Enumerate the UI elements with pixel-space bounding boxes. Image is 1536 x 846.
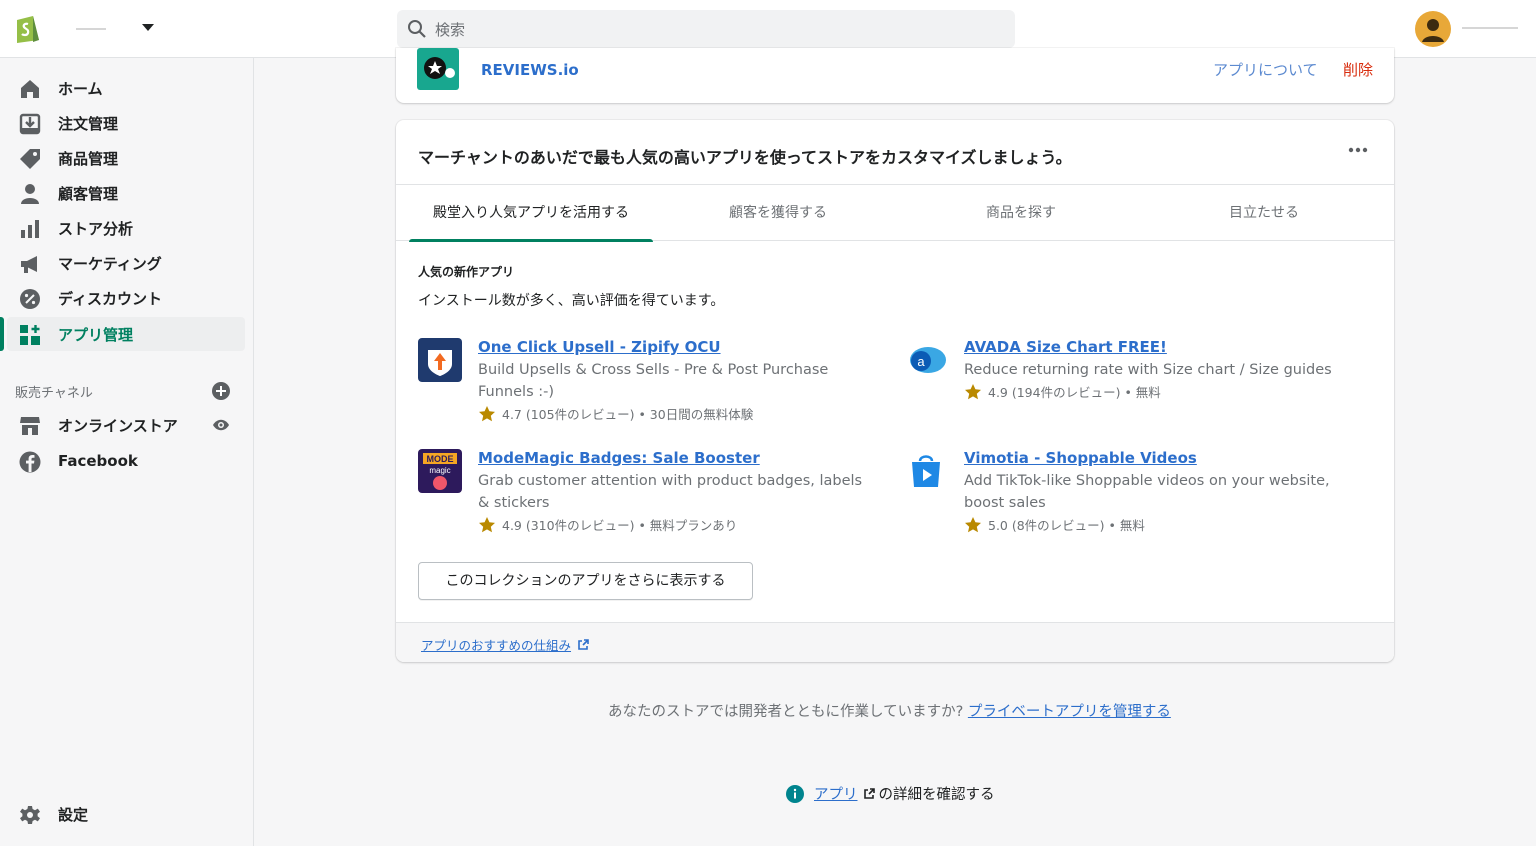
section-description: インストール数が多く、高い評価を得ています。: [418, 293, 725, 309]
app-description: Grab customer attention with product bad…: [478, 473, 863, 511]
tab-acquire-customers[interactable]: 顧客を獲得する: [656, 185, 900, 241]
recommendation-info-link[interactable]: アプリのおすすめの仕組み: [421, 635, 589, 654]
search-placeholder: 検索: [435, 20, 466, 39]
show-more-apps-button[interactable]: このコレクションのアプリをさらに表示する: [418, 562, 753, 600]
sidebar-item-label: ディスカウント: [58, 289, 162, 308]
sidebar: ホーム 注文管理 商品管理 顧客管理 ストア分析 マーケティング ディスカウント…: [0, 58, 254, 846]
add-channel-icon[interactable]: [212, 382, 230, 400]
app-card-zipify: One Click Upsell - Zipify OCU Build Upse…: [418, 338, 878, 428]
app-rating: 4.9 (310件のレビュー) • 無料プランあり: [478, 515, 737, 534]
app-description: Reduce returning rate with Size chart / …: [964, 362, 1332, 378]
app-name-link[interactable]: AVADA Size Chart FREE!: [964, 338, 1167, 356]
star-icon: [965, 383, 981, 399]
sidebar-item-label: 設定: [58, 805, 89, 824]
installed-app-name[interactable]: REVIEWS.io: [481, 61, 579, 79]
app-card-avada: a AVADA Size Chart FREE! Reduce returnin…: [904, 338, 1364, 408]
avatar[interactable]: [1415, 11, 1451, 47]
home-icon: [21, 80, 39, 98]
avada-app-icon[interactable]: a: [904, 338, 948, 382]
app-name-link[interactable]: Vimotia - Shoppable Videos: [964, 449, 1197, 467]
app-name-link[interactable]: ModeMagic Badges: Sale Booster: [478, 449, 760, 467]
app-name-link[interactable]: One Click Upsell - Zipify OCU: [478, 338, 721, 356]
star-icon: [965, 516, 981, 532]
sidebar-item-label: アプリ管理: [58, 325, 134, 344]
person-icon: [21, 184, 39, 204]
app-card-vimotia: Vimotia - Shoppable Videos Add TikTok-li…: [904, 449, 1364, 539]
chevron-down-icon[interactable]: [142, 24, 154, 31]
sidebar-item-discounts[interactable]: ディスカウント: [7, 281, 245, 315]
info-icon: [786, 784, 804, 803]
search-input[interactable]: 検索: [397, 10, 1015, 48]
installed-app-card: REVIEWS.io アプリについて 削除: [396, 48, 1394, 103]
private-apps-line: あなたのストアでは開発者とともに作業していますか? プライベートアプリを管理する: [608, 704, 1171, 720]
eye-icon[interactable]: [212, 418, 230, 432]
tab-stand-out[interactable]: 目立たせる: [1142, 185, 1386, 241]
tab-popular[interactable]: 殿堂入り人気アプリを活用する: [409, 185, 653, 242]
sidebar-item-label: ホーム: [58, 79, 103, 98]
reviews-io-logo: [417, 48, 459, 90]
apps-icon: [20, 325, 40, 345]
sidebar-item-customers[interactable]: 顧客管理: [7, 176, 245, 210]
sidebar-item-label: 商品管理: [58, 149, 119, 168]
section-title: 人気の新作アプリ: [418, 265, 515, 279]
collection-tabs: 殿堂入り人気アプリを活用する 顧客を獲得する 商品を探す 目立たせる: [396, 184, 1394, 242]
external-link-icon: [863, 787, 875, 799]
recommendations-title: マーチャントのあいだで最も人気の高いアプリを使ってストアをカスタマイズしましょう…: [418, 148, 1072, 167]
delete-app-link[interactable]: 削除: [1343, 59, 1373, 80]
sidebar-item-label: オンラインストア: [58, 416, 178, 435]
svg-text:MODE: MODE: [427, 454, 454, 464]
app-rating: 5.0 (8件のレビュー) • 無料: [964, 515, 1145, 534]
store-icon: [20, 417, 40, 435]
card-footer: アプリのおすすめの仕組み: [396, 622, 1394, 662]
sidebar-item-facebook[interactable]: Facebook: [7, 444, 245, 478]
sidebar-item-label: 注文管理: [58, 114, 119, 133]
app-rating: 4.7 (105件のレビュー) • 30日間の無料体験: [478, 404, 753, 423]
svg-text:a: a: [917, 354, 925, 369]
app-card-modemagic: MODE magic ModeMagic Badges: Sale Booster…: [418, 449, 878, 539]
sidebar-item-apps[interactable]: アプリ管理: [0, 317, 245, 351]
sidebar-item-label: マーケティング: [58, 254, 162, 273]
manage-private-apps-link[interactable]: プライベートアプリを管理する: [968, 704, 1171, 720]
facebook-icon: [19, 451, 41, 473]
external-link-icon: [578, 638, 589, 650]
star-icon: [479, 405, 495, 421]
shopify-logo-icon[interactable]: [13, 12, 41, 44]
store-name[interactable]: [76, 20, 126, 36]
tag-icon: [20, 149, 40, 169]
sidebar-item-products[interactable]: 商品管理: [7, 141, 245, 175]
user-name[interactable]: [1462, 27, 1518, 29]
tab-find-products[interactable]: 商品を探す: [899, 185, 1143, 241]
app-description: Build Upsells & Cross Sells - Pre & Post…: [478, 362, 829, 400]
sidebar-item-online-store[interactable]: オンラインストア: [7, 408, 245, 442]
megaphone-icon: [21, 256, 37, 273]
more-options-icon[interactable]: [1346, 145, 1370, 155]
sidebar-item-home[interactable]: ホーム: [7, 71, 245, 105]
sidebar-item-orders[interactable]: 注文管理: [7, 106, 245, 140]
vimotia-app-icon[interactable]: [904, 449, 948, 493]
search-icon: [408, 20, 426, 38]
sidebar-item-settings[interactable]: 設定: [7, 797, 245, 831]
orders-icon: [19, 113, 41, 135]
zipify-app-icon[interactable]: [418, 338, 462, 382]
app-rating: 4.9 (194件のレビュー) • 無料: [964, 382, 1161, 401]
about-app-link[interactable]: アプリについて: [1213, 59, 1318, 80]
discount-icon: [20, 289, 40, 309]
star-icon: [479, 516, 495, 532]
analytics-icon: [21, 220, 39, 238]
learn-more-line: アプリ の詳細を確認する: [786, 783, 995, 804]
modemagic-app-icon[interactable]: MODE magic: [418, 449, 462, 493]
sales-channels-heading: 販売チャネル: [15, 386, 93, 401]
sidebar-item-marketing[interactable]: マーケティング: [7, 246, 245, 280]
sidebar-item-analytics[interactable]: ストア分析: [7, 211, 245, 245]
sidebar-item-label: 顧客管理: [58, 184, 119, 203]
app-description: Add TikTok-like Shoppable videos on your…: [964, 473, 1330, 511]
sidebar-item-label: ストア分析: [58, 219, 134, 238]
svg-text:magic: magic: [429, 466, 450, 475]
gear-icon: [20, 806, 40, 824]
sidebar-item-label: Facebook: [58, 452, 138, 470]
apps-learn-more-link[interactable]: アプリ: [814, 783, 858, 804]
recommendations-card: マーチャントのあいだで最も人気の高いアプリを使ってストアをカスタマイズしましょう…: [396, 120, 1394, 662]
